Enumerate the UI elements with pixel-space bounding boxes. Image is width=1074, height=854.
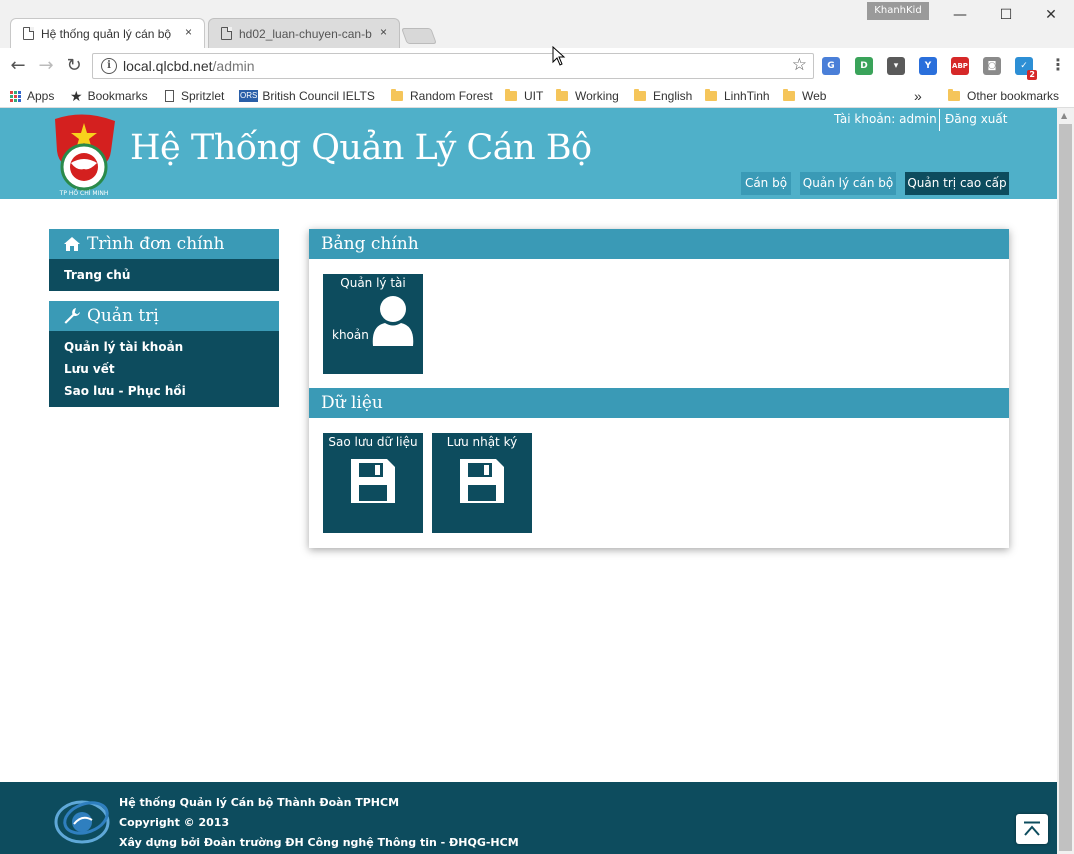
- tab-title: hd02_luan-chuyen-can-b: [239, 26, 372, 41]
- nav-quan-ly-can-bo[interactable]: Quản lý cán bộ: [800, 172, 896, 195]
- site-footer: Hệ thống Quản lý Cán bộ Thành Đoàn TPHCM…: [0, 782, 1057, 854]
- nav-quan-tri-cao-cap[interactable]: Quản trị cao cấp: [905, 172, 1009, 195]
- maximize-button[interactable]: ☐: [983, 4, 1029, 26]
- bookmark-folder-random-forest[interactable]: Random Forest: [391, 87, 493, 105]
- sidebar-item-trang-chu[interactable]: Trang chủ: [49, 264, 279, 286]
- tile-label: Sao lưu dữ liệu: [328, 435, 418, 449]
- youth-union-logo: TP HỒ CHÍ MINH: [55, 114, 115, 197]
- nav-can-bo[interactable]: Cán bộ: [741, 172, 791, 195]
- close-window-button[interactable]: ✕: [1028, 4, 1074, 26]
- reload-button[interactable]: ↻: [62, 54, 86, 78]
- folder-icon: [634, 89, 646, 101]
- folder-icon: [948, 89, 960, 101]
- tile-label: Quản lý tài: [340, 276, 406, 290]
- bookmark-folder-working[interactable]: Working: [556, 87, 619, 105]
- address-bar[interactable]: i local.qlcbd.net/admin ☆: [92, 53, 814, 79]
- bookmark-star-icon[interactable]: ☆: [792, 55, 807, 75]
- tab-active[interactable]: Hệ thống quản lý cán bộ ×: [10, 18, 205, 48]
- page-icon: [165, 90, 174, 102]
- site-title: Hệ Thống Quản Lý Cán Bộ: [130, 128, 592, 168]
- folder-icon: [556, 89, 568, 101]
- page-icon: [23, 27, 34, 40]
- footer-line-system: Hệ thống Quản lý Cán bộ Thành Đoàn TPHCM: [119, 796, 400, 809]
- chevron-up-icon: [1024, 821, 1040, 836]
- bookmark-apps[interactable]: Apps: [10, 87, 54, 105]
- section-title-bang-chinh: Bảng chính: [309, 229, 1009, 259]
- bookmark-bookmarks[interactable]: ★ Bookmarks: [70, 87, 148, 105]
- camera-icon[interactable]: ◙: [983, 57, 1001, 75]
- folder-icon: [391, 89, 403, 101]
- home-icon: [64, 237, 80, 251]
- tile-label: Lưu nhật ký: [446, 435, 518, 449]
- bookmark-folder-uit[interactable]: UIT: [505, 87, 543, 105]
- new-tab-button[interactable]: [401, 28, 437, 44]
- floppy-disk-icon: [351, 459, 395, 503]
- adblock-icon[interactable]: ABP: [951, 57, 969, 75]
- todo-icon[interactable]: ✓ 2: [1015, 57, 1037, 80]
- close-tab-icon[interactable]: ×: [185, 25, 192, 39]
- url-text: local.qlcbd.net/admin: [123, 58, 255, 74]
- page-icon: [221, 27, 232, 40]
- bookmark-folder-english[interactable]: English: [634, 87, 692, 105]
- sidebar-admin-menu: Quản trị Quản lý tài khoản Lưu vết Sao l…: [49, 301, 279, 407]
- info-icon[interactable]: i: [101, 58, 117, 74]
- sidebar-item-luu-vet[interactable]: Lưu vết: [49, 358, 279, 380]
- scroll-up-arrow-icon[interactable]: ▲: [1061, 111, 1067, 120]
- ors-icon: ORS: [239, 90, 259, 102]
- footer-line-copyright: Copyright © 2013: [119, 816, 230, 829]
- tile-luu-nhat-ky[interactable]: Lưu nhật ký: [432, 433, 532, 533]
- back-button[interactable]: ←: [6, 54, 30, 78]
- site-header: TP HỒ CHÍ MINH Hệ Thống Quản Lý Cán Bộ T…: [0, 108, 1057, 199]
- sidebar-main-menu-title: Trình đơn chính: [49, 229, 279, 259]
- tile-quan-ly-tai-khoan[interactable]: Quản lý tài khoản: [323, 274, 423, 374]
- bookmark-other-bookmarks[interactable]: Other bookmarks: [948, 87, 1059, 105]
- folder-icon: [505, 89, 517, 101]
- back-to-top-button[interactable]: [1016, 814, 1048, 844]
- bookmark-folder-linhtinh[interactable]: LinhTinh: [705, 87, 770, 105]
- tab-inactive[interactable]: hd02_luan-chuyen-can-b ×: [208, 18, 400, 48]
- page-content: TP HỒ CHÍ MINH Hệ Thống Quản Lý Cán Bộ T…: [0, 108, 1057, 854]
- scroll-thumb[interactable]: [1059, 124, 1072, 851]
- browser-menu-icon[interactable]: ⋮: [1050, 55, 1066, 74]
- forward-button[interactable]: →: [34, 54, 58, 78]
- account-separator: [939, 109, 940, 131]
- sidebar-main-menu: Trình đơn chính Trang chủ: [49, 229, 279, 291]
- extension-badge: 2: [1027, 70, 1037, 80]
- sidebar-item-sao-luu-phuc-hoi[interactable]: Sao lưu - Phục hồi: [49, 380, 279, 402]
- vpn-icon[interactable]: Y: [919, 57, 937, 75]
- sidebar-item-quan-ly-tai-khoan[interactable]: Quản lý tài khoản: [49, 336, 279, 358]
- user-icon: [372, 296, 414, 346]
- apps-grid-icon: [10, 90, 21, 102]
- bookmark-british-council[interactable]: ORS British Council IELTS C: [239, 87, 378, 105]
- tile-sao-luu-du-lieu[interactable]: Sao lưu dữ liệu: [323, 433, 423, 533]
- footer-line-built-by: Xây dựng bởi Đoàn trường ĐH Công nghệ Th…: [119, 836, 519, 849]
- folder-icon: [783, 89, 795, 101]
- tab-title: Hệ thống quản lý cán bộ: [41, 26, 172, 41]
- university-logo: [54, 800, 110, 844]
- bookmark-spritzlet[interactable]: Spritzlet: [165, 87, 224, 105]
- logout-link[interactable]: Đăng xuất: [945, 112, 1007, 126]
- sidebar-admin-menu-title: Quản trị: [49, 301, 279, 331]
- bookmarks-overflow-button[interactable]: »: [914, 87, 922, 105]
- folder-icon: [705, 89, 717, 101]
- instapaper-icon[interactable]: D: [855, 57, 873, 75]
- pocket-icon[interactable]: ▾: [887, 57, 905, 75]
- mouse-cursor-icon: [552, 46, 566, 66]
- account-label[interactable]: Tài khoản: admin: [834, 112, 937, 126]
- section-title-du-lieu: Dữ liệu: [309, 388, 1009, 418]
- browser-tabstrip: KhanhKid — ☐ ✕ Hệ thống quản lý cán bộ ×…: [0, 0, 1074, 48]
- bookmark-folder-web[interactable]: Web: [783, 87, 826, 105]
- minimize-button[interactable]: —: [937, 4, 983, 26]
- close-tab-icon[interactable]: ×: [380, 25, 387, 39]
- translate-icon[interactable]: G: [822, 57, 840, 75]
- main-panel: Bảng chính Quản lý tài khoản Dữ liệu Sao…: [309, 229, 1009, 548]
- bookmarks-bar: Apps ★ Bookmarks Spritzlet ORS British C…: [0, 84, 1074, 108]
- floppy-disk-icon: [460, 459, 504, 503]
- svg-text:TP HỒ CHÍ MINH: TP HỒ CHÍ MINH: [59, 188, 109, 197]
- tile-label-line2: khoản: [332, 328, 369, 342]
- star-icon: ★: [70, 88, 83, 104]
- wrench-icon: [64, 308, 80, 324]
- profile-chip[interactable]: KhanhKid: [867, 2, 929, 20]
